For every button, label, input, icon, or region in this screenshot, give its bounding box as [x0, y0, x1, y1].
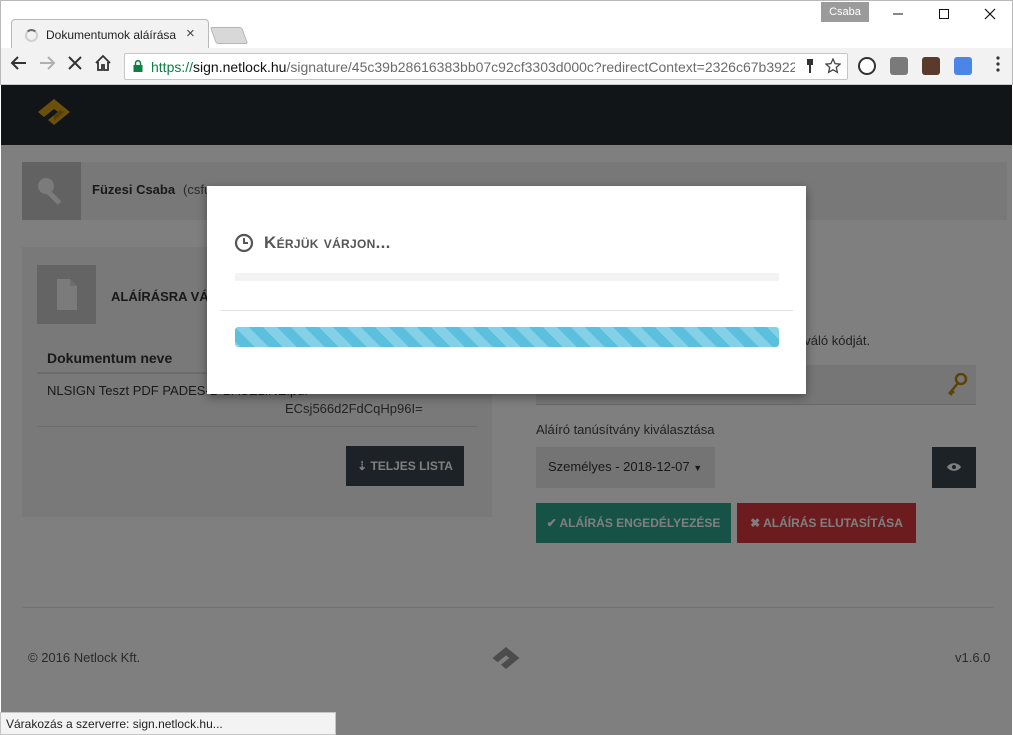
close-icon	[984, 8, 996, 20]
browser-titlebar: Dokumentumok aláírása × Csaba	[0, 0, 1013, 49]
home-button[interactable]	[91, 54, 115, 78]
privacy-extension-icon[interactable]	[858, 57, 876, 75]
cat-extension-icon[interactable]	[922, 57, 940, 75]
progress-bar	[235, 327, 779, 347]
menu-button[interactable]	[986, 54, 1010, 78]
stop-button[interactable]	[63, 54, 87, 78]
tab-close-icon[interactable]: ×	[186, 25, 195, 42]
minimize-button[interactable]	[875, 3, 921, 29]
please-wait-modal: Kérjük várjon...	[207, 186, 806, 394]
home-icon	[95, 54, 111, 71]
minimize-icon	[893, 13, 903, 15]
url-path: /signature/45c39b28616383bb07c92cf3303d0…	[286, 59, 806, 75]
browser-status-bar: Várakozás a szerverre: sign.netlock.hu..…	[0, 712, 336, 735]
kebab-menu-icon	[996, 56, 1000, 72]
modal-info-bar	[235, 273, 779, 281]
tab-title: Dokumentumok aláírása	[46, 28, 177, 42]
forward-arrow-icon	[40, 56, 56, 70]
stop-loading-icon	[68, 56, 82, 70]
bookmark-star-icon[interactable]	[824, 57, 842, 77]
url-text: https://sign.netlock.hu/signature/45c39b…	[151, 59, 805, 75]
maximize-button[interactable]	[921, 3, 967, 29]
address-bar[interactable]: https://sign.netlock.hu/signature/45c39b…	[124, 53, 848, 80]
modal-title: Kérjük várjon...	[264, 233, 391, 252]
back-arrow-icon	[10, 56, 26, 70]
modal-divider	[221, 310, 793, 311]
new-tab-button[interactable]	[209, 27, 249, 44]
progress-bar-fill	[235, 327, 779, 347]
browser-tab[interactable]: Dokumentumok aláírása ×	[11, 19, 209, 49]
maximize-icon	[939, 9, 949, 19]
back-button[interactable]	[7, 54, 31, 78]
forward-button[interactable]	[35, 54, 59, 78]
loading-spinner-icon	[25, 29, 38, 42]
clock-icon	[234, 233, 254, 253]
close-window-button[interactable]	[967, 3, 1013, 29]
url-host: sign.netlock.hu	[193, 59, 287, 75]
key-indicator-icon[interactable]	[805, 58, 815, 77]
browser-toolbar: https://sign.netlock.hu/signature/45c39b…	[0, 48, 1013, 85]
url-scheme: https://	[151, 59, 194, 75]
pocket-extension-icon[interactable]	[890, 57, 908, 75]
modal-backdrop	[1, 85, 1012, 735]
profile-badge[interactable]: Csaba	[821, 2, 869, 22]
page: Füzesi Csaba (csfu... ALÁÍRÁSRA VÁR Doku…	[1, 85, 1012, 735]
translate-extension-icon[interactable]	[954, 57, 972, 75]
lock-icon	[133, 60, 143, 72]
